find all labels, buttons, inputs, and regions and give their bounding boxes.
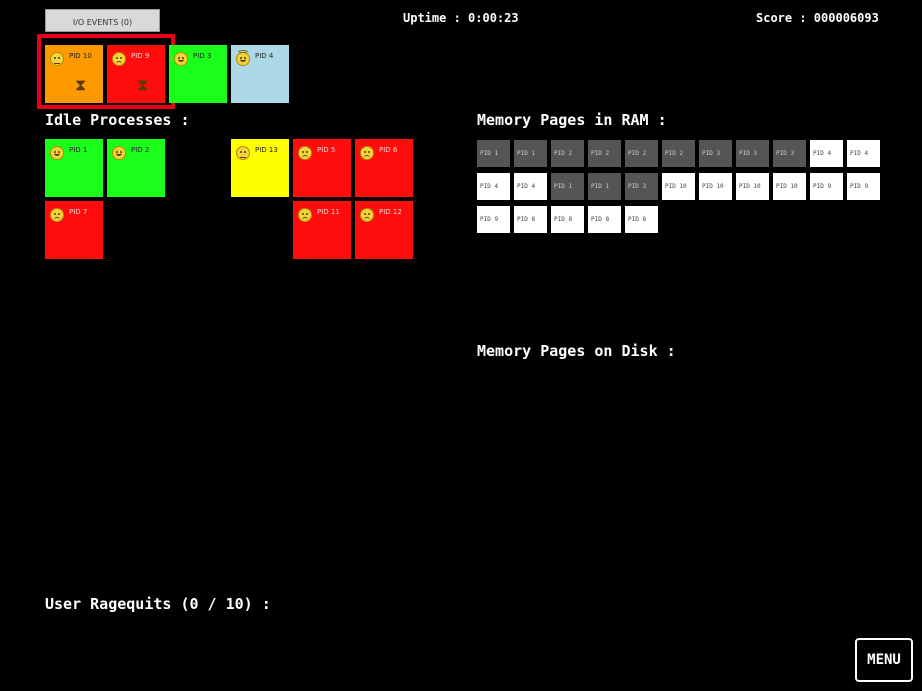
memory-page: PID 1 (477, 140, 510, 167)
process-pid-label: PID 10 (69, 52, 92, 60)
process-card[interactable]: PID 4 (231, 45, 289, 103)
menu-button[interactable]: MENU (855, 638, 913, 682)
process-card[interactable]: PID 1 (45, 139, 103, 197)
memory-page: PID 2 (551, 140, 584, 167)
memory-page: PID 3 (699, 140, 732, 167)
process-pid-label: PID 5 (317, 146, 336, 154)
angel-face-icon (236, 50, 250, 66)
sad-face-icon (360, 208, 374, 222)
happy-face-icon (174, 52, 188, 66)
process-pid-label: PID 11 (317, 208, 340, 216)
process-card[interactable]: PID 7 (45, 201, 103, 259)
process-card[interactable]: PID 11 (293, 201, 351, 259)
io-events-button[interactable]: I/O EVENTS (0) (45, 9, 160, 32)
process-pid-label: PID 4 (255, 52, 274, 60)
score-label: Score : 000006093 (756, 11, 879, 25)
hourglass-icon: ⧗ (75, 75, 87, 94)
memory-page: PID 10 (736, 173, 769, 200)
process-pid-label: PID 12 (379, 208, 402, 216)
memory-page: PID 8 (514, 206, 547, 233)
happy-face-icon (112, 146, 126, 160)
memory-page: PID 3 (625, 173, 658, 200)
process-pid-label: PID 1 (69, 146, 88, 154)
process-card[interactable]: PID 12 (355, 201, 413, 259)
memory-page: PID 10 (662, 173, 695, 200)
process-card[interactable]: PID 13 (231, 139, 289, 197)
memory-page: PID 9 (477, 206, 510, 233)
memory-page: PID 2 (662, 140, 695, 167)
memory-page: PID 8 (625, 206, 658, 233)
memory-page: PID 3 (736, 140, 769, 167)
process-card[interactable]: PID 5 (293, 139, 351, 197)
sad-face-icon (112, 52, 126, 66)
memory-page: PID 10 (699, 173, 732, 200)
memory-page: PID 4 (514, 173, 547, 200)
process-card[interactable]: PID 2 (107, 139, 165, 197)
idle-processes-title: Idle Processes : (45, 111, 190, 129)
sad-face-icon (50, 208, 64, 222)
happy-face-icon (50, 146, 64, 160)
memory-page: PID 1 (551, 173, 584, 200)
process-card[interactable]: PID 10 ⧗ (45, 45, 103, 103)
ragequits-label: User Ragequits (0 / 10) : (45, 595, 271, 613)
memory-page: PID 4 (810, 140, 843, 167)
memory-page: PID 8 (588, 206, 621, 233)
process-pid-label: PID 6 (379, 146, 398, 154)
memory-page: PID 3 (773, 140, 806, 167)
memory-page: PID 10 (773, 173, 806, 200)
process-pid-label: PID 13 (255, 146, 278, 154)
process-card[interactable]: PID 3 (169, 45, 227, 103)
memory-page: PID 1 (514, 140, 547, 167)
process-card[interactable]: PID 6 (355, 139, 413, 197)
sad-face-icon (360, 146, 374, 160)
disk-pages-title: Memory Pages on Disk : (477, 342, 676, 360)
process-pid-label: PID 9 (131, 52, 150, 60)
uptime-label: Uptime : 0:00:23 (403, 11, 519, 25)
process-pid-label: PID 7 (69, 208, 88, 216)
process-pid-label: PID 2 (131, 146, 150, 154)
memory-page: PID 8 (551, 206, 584, 233)
memory-page: PID 2 (625, 140, 658, 167)
hourglass-icon: ⧗ (137, 75, 149, 94)
neutral-face-icon (50, 52, 64, 66)
sad-face-icon (298, 208, 312, 222)
memory-page: PID 4 (477, 173, 510, 200)
memory-page: PID 9 (847, 173, 880, 200)
process-pid-label: PID 3 (193, 52, 212, 60)
ram-pages-title: Memory Pages in RAM : (477, 111, 667, 129)
memory-page: PID 2 (588, 140, 621, 167)
memory-page: PID 1 (588, 173, 621, 200)
neutral-face-icon (236, 146, 250, 160)
memory-page: PID 4 (847, 140, 880, 167)
process-card[interactable]: PID 9 ⧗ (107, 45, 165, 103)
sad-face-icon (298, 146, 312, 160)
memory-page: PID 9 (810, 173, 843, 200)
